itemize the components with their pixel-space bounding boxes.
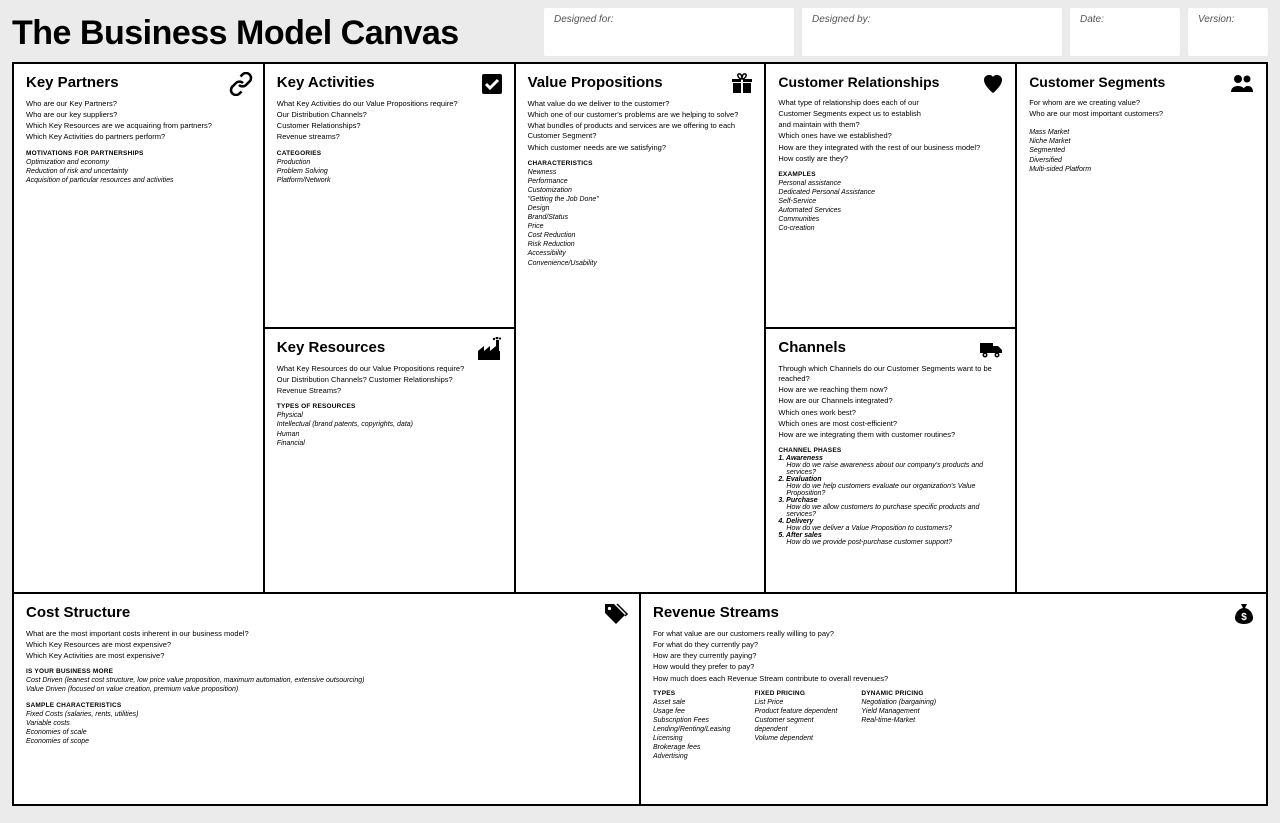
cell-title: Cost Structure	[26, 604, 627, 621]
meta-version[interactable]: Version:	[1188, 8, 1268, 56]
price-tag-icon	[601, 602, 629, 626]
gift-icon	[730, 72, 754, 96]
cell-key-resources: Key Resources What Key Resources do our …	[265, 329, 514, 592]
checkbox-icon	[480, 72, 504, 96]
factory-icon	[474, 337, 504, 361]
people-icon	[1228, 72, 1256, 96]
cell-channels: Channels Through which Channels do our C…	[766, 329, 1015, 592]
page-title: The Business Model Canvas	[12, 8, 534, 53]
cell-key-activities: Key Activities What Key Activities do ou…	[265, 64, 514, 327]
meta-designed-for[interactable]: Designed for:	[544, 8, 794, 56]
meta-date[interactable]: Date:	[1070, 8, 1180, 56]
meta-designed-by[interactable]: Designed by:	[802, 8, 1062, 56]
cell-customer-relationships: Customer Relationships What type of rela…	[766, 64, 1015, 327]
svg-text:$: $	[1241, 612, 1247, 623]
cell-title: Key Partners	[26, 74, 251, 91]
cell-title: Customer Segments	[1029, 74, 1254, 90]
cell-title: Key Activities	[277, 74, 502, 91]
canvas-grid: Key Partners Who are our Key Partners? W…	[12, 62, 1268, 806]
cell-value-propositions: Value Propositions What value do we deli…	[516, 64, 765, 592]
cell-title: Revenue Streams	[653, 604, 1254, 621]
cell-revenue-streams: Revenue Streams $ For what value are our…	[639, 594, 1266, 804]
money-bag-icon: $	[1232, 602, 1256, 626]
cell-title: Key Resources	[277, 339, 502, 356]
cell-cost-structure: Cost Structure What are the most importa…	[14, 594, 639, 804]
cell-customer-segments: Customer Segments For whom are we creati…	[1017, 64, 1266, 592]
link-icon	[229, 72, 253, 96]
heart-icon	[981, 72, 1005, 96]
cell-key-partners: Key Partners Who are our Key Partners? W…	[14, 64, 263, 592]
cell-title: Channels	[778, 339, 1003, 356]
truck-icon	[977, 337, 1005, 361]
cell-title: Customer Relationships	[778, 74, 1003, 90]
cell-title: Value Propositions	[528, 74, 753, 91]
